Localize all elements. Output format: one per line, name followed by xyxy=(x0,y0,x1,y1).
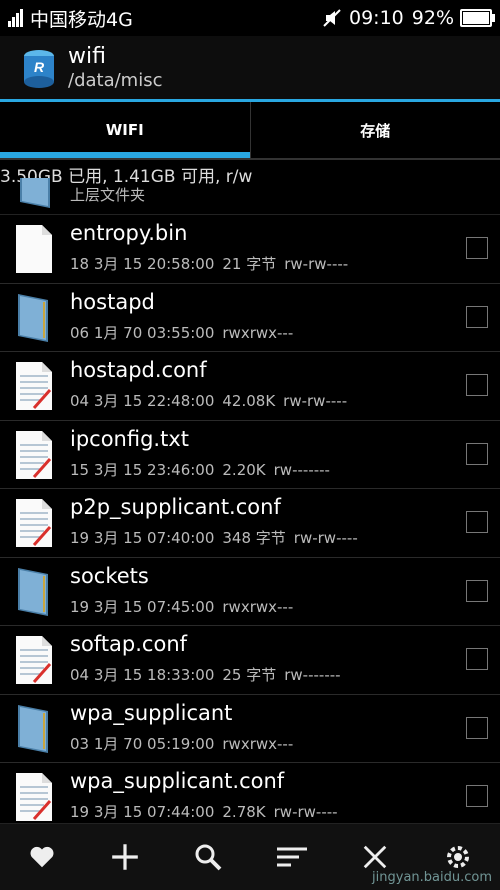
file-checkbox[interactable] xyxy=(466,717,488,739)
tab-storage[interactable]: 存储 xyxy=(250,102,500,158)
file-meta: 19 3月 15 07:44:00 2.78K rw-rw---- xyxy=(70,801,346,822)
file-meta: 19 3月 15 07:45:00 rwxrwx--- xyxy=(70,596,301,617)
tab-bar: WIFI 存储 xyxy=(0,102,500,158)
file-row[interactable]: wpa_supplicant 03 1月 70 05:19:00 rwxrwx--- xyxy=(0,695,500,764)
file-date: 19 3月 15 07:44:00 xyxy=(70,803,214,821)
file-date: 03 1月 70 05:19:00 xyxy=(70,735,214,753)
file-size: 2.78K xyxy=(222,803,265,821)
file-checkbox[interactable] xyxy=(466,443,488,465)
file-permissions: rw-rw---- xyxy=(284,255,348,273)
file-permissions: rw-rw---- xyxy=(294,529,358,547)
carrier-label: 中国移动4G xyxy=(30,5,133,32)
file-name: wpa_supplicant.conf xyxy=(70,769,284,793)
sort-icon[interactable] xyxy=(270,835,314,879)
file-row[interactable]: softap.conf 04 3月 15 18:33:00 25 字节 rw-----… xyxy=(0,626,500,695)
file-permissions: rw------- xyxy=(284,666,340,684)
svg-text:R: R xyxy=(34,59,45,75)
search-icon[interactable] xyxy=(186,835,230,879)
file-checkbox[interactable] xyxy=(466,374,488,396)
tab-wifi[interactable]: WIFI xyxy=(0,102,250,158)
clock: 09:10 xyxy=(349,7,404,29)
file-checkbox[interactable] xyxy=(466,648,488,670)
file-date: 06 1月 70 03:55:00 xyxy=(70,324,214,342)
mute-icon xyxy=(321,7,343,29)
file-name: entropy.bin xyxy=(70,221,187,245)
text-file-icon xyxy=(14,497,54,549)
file-row[interactable]: sockets 19 3月 15 07:45:00 rwxrwx--- xyxy=(0,558,500,627)
file-size: 348 字节 xyxy=(222,529,285,547)
file-row[interactable]: hostapd 06 1月 70 03:55:00 rwxrwx--- xyxy=(0,284,500,353)
root-explorer-app-icon[interactable]: R xyxy=(22,48,56,88)
file-size: 2.20K xyxy=(222,461,265,479)
parent-folder-row[interactable]: 上层文件夹 xyxy=(0,178,500,215)
text-file-icon xyxy=(14,771,54,823)
file-checkbox[interactable] xyxy=(466,237,488,259)
file-meta: 03 1月 70 05:19:00 rwxrwx--- xyxy=(70,733,301,754)
file-permissions: rwxrwx--- xyxy=(222,735,293,753)
folder-icon xyxy=(14,566,54,618)
file-checkbox[interactable] xyxy=(466,306,488,328)
file-name: p2p_supplicant.conf xyxy=(70,495,281,519)
file-meta: 18 3月 15 20:58:00 21 字节 rw-rw---- xyxy=(70,253,356,274)
parent-folder-label: 上层文件夹 xyxy=(70,184,145,205)
folder-icon xyxy=(14,703,54,755)
file-permissions: rw-rw---- xyxy=(283,392,347,410)
file-meta: 04 3月 15 22:48:00 42.08K rw-rw---- xyxy=(70,390,355,411)
file-date: 19 3月 15 07:40:00 xyxy=(70,529,214,547)
text-file-icon xyxy=(14,634,54,686)
text-file-icon xyxy=(14,429,54,481)
file-date: 19 3月 15 07:45:00 xyxy=(70,598,214,616)
file-meta: 04 3月 15 18:33:00 25 字节 rw------- xyxy=(70,664,349,685)
file-size: 42.08K xyxy=(222,392,275,410)
file-size: 25 字节 xyxy=(222,666,276,684)
favorite-icon[interactable] xyxy=(20,835,64,879)
watermark-text: jingyan.baidu.com xyxy=(372,870,492,885)
title-bar: R wifi /data/misc xyxy=(0,36,500,100)
file-icon xyxy=(14,223,54,275)
file-name: hostapd xyxy=(70,290,155,314)
file-meta: 15 3月 15 23:46:00 2.20K rw------- xyxy=(70,459,338,480)
folder-title: wifi xyxy=(68,44,162,70)
file-meta: 06 1月 70 03:55:00 rwxrwx--- xyxy=(70,322,301,343)
status-bar: 中国移动4G 09:10 92% xyxy=(0,0,500,36)
add-icon[interactable] xyxy=(103,835,147,879)
file-checkbox[interactable] xyxy=(466,580,488,602)
file-name: softap.conf xyxy=(70,632,187,656)
file-row[interactable]: entropy.bin 18 3月 15 20:58:00 21 字节 rw-rw--… xyxy=(0,215,500,284)
file-name: wpa_supplicant xyxy=(70,701,232,725)
file-list: entropy.bin 18 3月 15 20:58:00 21 字节 rw-rw--… xyxy=(0,215,500,832)
file-permissions: rw-rw---- xyxy=(274,803,338,821)
file-size: 21 字节 xyxy=(222,255,276,273)
tab-divider xyxy=(0,158,500,160)
signal-icon xyxy=(8,9,24,27)
folder-icon xyxy=(16,178,56,210)
file-checkbox[interactable] xyxy=(466,785,488,807)
file-permissions: rw------- xyxy=(274,461,330,479)
file-permissions: rwxrwx--- xyxy=(222,324,293,342)
file-date: 15 3月 15 23:46:00 xyxy=(70,461,214,479)
file-row[interactable]: ipconfig.txt 15 3月 15 23:46:00 2.20K rw----… xyxy=(0,421,500,490)
text-file-icon xyxy=(14,360,54,412)
battery-percent: 92% xyxy=(412,7,454,29)
battery-icon xyxy=(460,9,492,27)
folder-path: /data/misc xyxy=(68,70,162,92)
file-name: sockets xyxy=(70,564,149,588)
file-meta: 19 3月 15 07:40:00 348 字节 rw-rw---- xyxy=(70,527,366,548)
file-date: 04 3月 15 18:33:00 xyxy=(70,666,214,684)
file-row[interactable]: p2p_supplicant.conf 19 3月 15 07:40:00 348 … xyxy=(0,489,500,558)
file-date: 18 3月 15 20:58:00 xyxy=(70,255,214,273)
file-date: 04 3月 15 22:48:00 xyxy=(70,392,214,410)
file-name: hostapd.conf xyxy=(70,358,207,382)
file-row[interactable]: hostapd.conf 04 3月 15 22:48:00 42.08K rw-rw… xyxy=(0,352,500,421)
file-row[interactable]: wpa_supplicant.conf 19 3月 15 07:44:00 2.78… xyxy=(0,763,500,832)
file-permissions: rwxrwx--- xyxy=(222,598,293,616)
file-name: ipconfig.txt xyxy=(70,427,189,451)
folder-icon xyxy=(14,292,54,344)
file-checkbox[interactable] xyxy=(466,511,488,533)
